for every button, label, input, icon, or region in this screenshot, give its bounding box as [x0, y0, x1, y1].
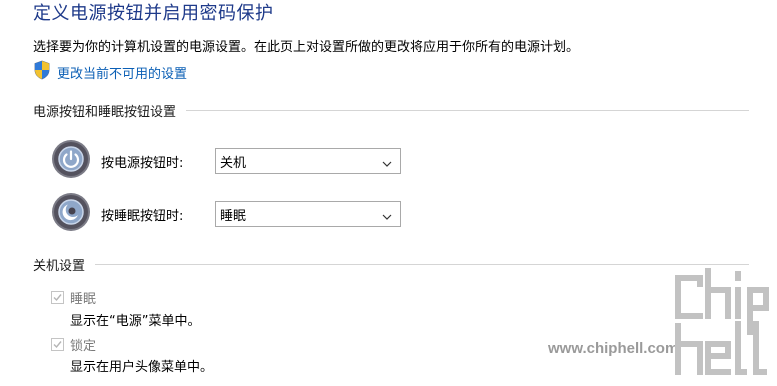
power-buttons-section-label: 电源按钮和睡眠按钮设置 — [33, 104, 177, 120]
sleep-option-label: 睡眠 — [70, 292, 97, 307]
page-title: 定义电源按钮并启用密码保护 — [33, 3, 274, 24]
lock-option-label: 锁定 — [70, 339, 97, 354]
sleep-button-action-select[interactable]: 睡眠 — [215, 201, 401, 227]
power-button-action-value: 关机 — [220, 155, 247, 171]
sleep-checkbox[interactable] — [51, 291, 64, 304]
watermark-url: www.chiphell.com — [548, 340, 679, 357]
sleep-option-description: 显示在“电源”菜单中。 — [70, 314, 201, 329]
power-button-row: 按电源按钮时: 关机 — [51, 139, 401, 183]
sleep-button-action-value: 睡眠 — [220, 208, 247, 224]
sleep-moon-icon — [51, 192, 91, 236]
lock-option-description: 显示在用户头像菜单中。 — [70, 360, 214, 375]
power-button-label: 按电源按钮时: — [101, 155, 184, 171]
shutdown-section-label: 关机设置 — [33, 258, 86, 274]
section-divider — [186, 109, 749, 111]
change-unavailable-settings-link[interactable]: 更改当前不可用的设置 — [33, 60, 188, 84]
uac-shield-icon — [33, 60, 51, 84]
power-buttons-section-header: 电源按钮和睡眠按钮设置 — [33, 101, 749, 120]
shutdown-section-header: 关机设置 — [33, 255, 749, 274]
chiphell-logo — [670, 267, 770, 384]
sleep-button-row: 按睡眠按钮时: 睡眠 — [51, 192, 401, 236]
chevron-down-icon — [382, 152, 392, 171]
sleep-button-label: 按睡眠按钮时: — [101, 208, 184, 224]
power-button-action-select[interactable]: 关机 — [215, 148, 401, 174]
section-divider — [95, 263, 749, 265]
power-icon — [51, 139, 91, 183]
change-link-label: 更改当前不可用的设置 — [57, 66, 188, 82]
lock-checkbox[interactable] — [51, 338, 64, 351]
sleep-option: 睡眠 — [51, 288, 96, 307]
lock-option: 锁定 — [51, 335, 96, 354]
page-description: 选择要为你的计算机设置的电源设置。在此页上对设置所做的更改将应用于你所有的电源计… — [33, 40, 580, 55]
chevron-down-icon — [382, 205, 392, 224]
